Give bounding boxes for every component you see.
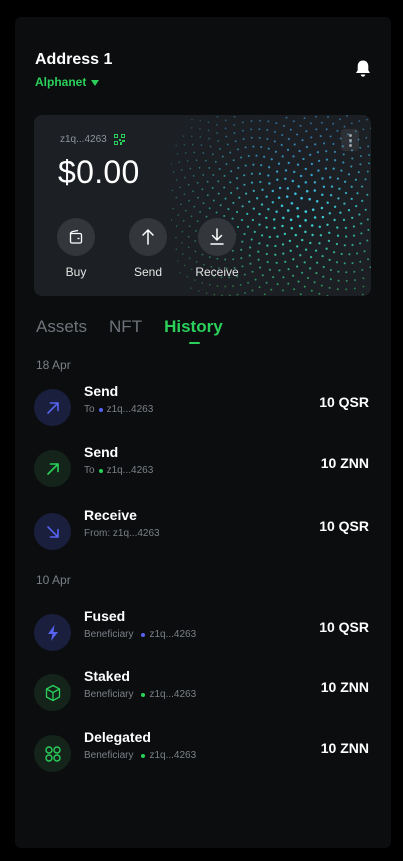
history-item-amount: 10 ZNN [320,455,369,471]
history-item-title: Send [84,444,119,460]
history-item-amount: 10 QSR [319,394,369,410]
card-address: z1q...4263 [60,134,125,145]
date-header: 18 Apr [36,358,71,372]
history-item[interactable]: Delegated Beneficiary z1q...4263 10 ZNN [15,728,391,778]
date-header: 10 Apr [36,573,71,587]
status-dot [141,753,146,758]
tab-history[interactable]: History [164,317,223,344]
more-options-button[interactable] [341,129,359,151]
history-item-amount: 10 QSR [319,619,369,635]
history-item-subtitle: To z1q...4263 [84,465,154,476]
history-item-title: Fused [84,608,126,624]
nodes-icon [34,735,71,772]
history-item-subtitle: Beneficiary z1q...4263 [84,750,197,761]
balance-card: z1q...4263 $0.00 Buy Send Receive [34,115,371,296]
history-item[interactable]: Send To z1q...4263 10 QSR [15,382,391,432]
history-item[interactable]: Staked Beneficiary z1q...4263 10 ZNN [15,667,391,717]
history-item-amount: 10 ZNN [320,679,369,695]
history-item-title: Delegated [84,729,151,745]
buy-button[interactable]: Buy [46,218,106,279]
send-button[interactable]: Send [118,218,178,279]
receive-button[interactable]: Receive [187,218,247,279]
tab-assets[interactable]: Assets [36,317,87,337]
history-item-title: Send [84,383,119,399]
history-item-subtitle: To z1q...4263 [84,404,154,415]
buy-label: Buy [65,265,87,279]
history-item-amount: 10 ZNN [320,740,369,756]
history-item-subtitle: Beneficiary z1q...4263 [84,689,197,700]
balance-amount: $0.00 [58,154,140,190]
tab-nft[interactable]: NFT [109,317,142,337]
wallet-screen: Address 1 Alphanet z1q...4263 $0.00 Buy [15,17,391,848]
arrow-down-right-icon [34,513,71,550]
cube-icon [34,674,71,711]
qr-code-icon[interactable] [113,134,125,145]
caret-down-icon [91,80,100,86]
card-address-text: z1q...4263 [60,134,107,145]
status-dot [98,468,103,473]
history-item-subtitle: Beneficiary z1q...4263 [84,629,197,640]
tab-bar: Assets NFT History [36,317,245,344]
address-name: Address 1 [35,51,113,68]
history-item-title: Receive [84,507,137,523]
history-item[interactable]: Fused Beneficiary z1q...4263 10 QSR [15,607,391,657]
arrow-up-right-icon [34,450,71,487]
history-item-amount: 10 QSR [319,518,369,534]
status-dot [141,632,146,637]
history-item-title: Staked [84,668,130,684]
send-label: Send [133,265,163,279]
lightning-icon [34,614,71,651]
arrow-up-right-icon [34,389,71,426]
network-selector[interactable]: Alphanet [35,75,100,89]
arrow-up-icon [129,218,167,256]
status-dot [141,692,146,697]
wallet-icon [57,218,95,256]
history-item[interactable]: Receive From: z1q...4263 10 QSR [15,506,391,556]
history-item[interactable]: Send To z1q...4263 10 ZNN [15,443,391,493]
receive-label: Receive [195,265,239,279]
history-item-subtitle: From: z1q...4263 [84,528,160,539]
status-dot [98,407,103,412]
bell-icon[interactable] [354,59,372,79]
arrow-down-icon [198,218,236,256]
network-label: Alphanet [35,75,87,89]
